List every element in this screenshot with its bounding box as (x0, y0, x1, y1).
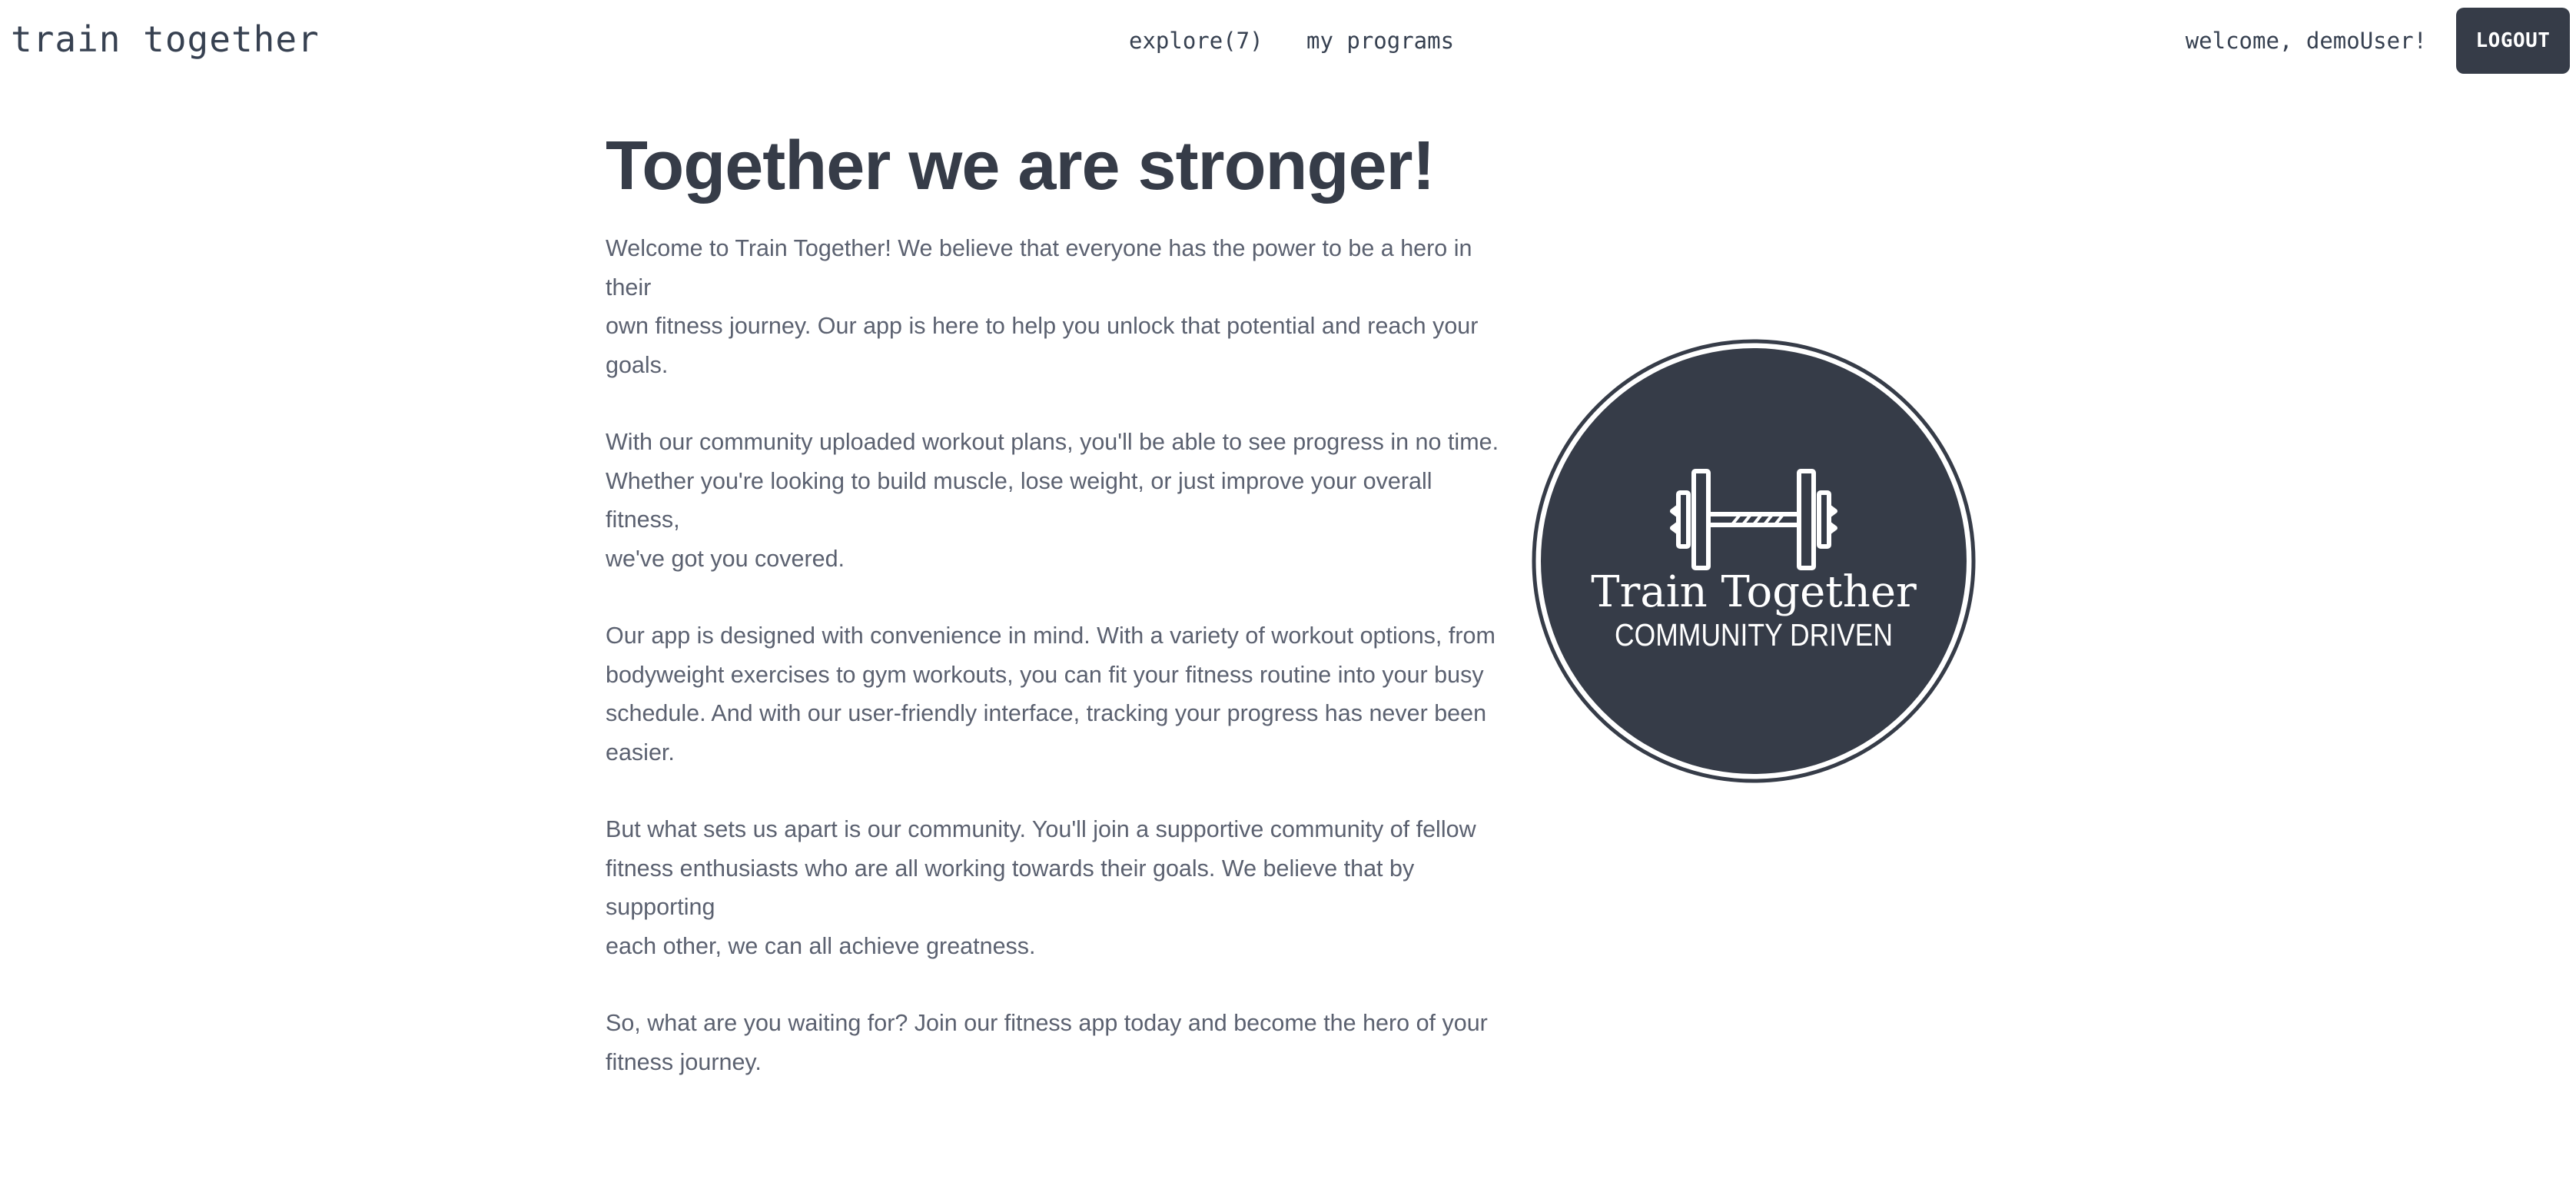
paragraph-line: But what sets us apart is our community.… (606, 816, 1476, 842)
paragraph-line: bodyweight exercises to gym workouts, yo… (606, 661, 1484, 688)
paragraph-line: each other, we can all achieve greatness… (606, 932, 1036, 959)
paragraph-line: schedule. And with our user-friendly int… (606, 700, 1487, 726)
paragraph-line: fitness enthusiasts who are all working … (606, 855, 1415, 921)
convenience-paragraph: Our app is designed with convenience in … (606, 616, 1505, 772)
top-navbar: train together explore(7) my programs we… (0, 0, 2576, 81)
main-content: Together we are stronger! Welcome to Tra… (606, 120, 1505, 1081)
logo-subtitle-text: COMMUNITY DRIVEN (1615, 617, 1893, 653)
nav-link-explore[interactable]: explore(7) (1129, 28, 1263, 54)
welcome-message: welcome, demoUser! (2185, 28, 2427, 54)
brand-logo-link[interactable]: train together (11, 18, 320, 60)
paragraph-line: easier. (606, 739, 675, 766)
paragraph-line: With our community uploaded workout plan… (606, 429, 1499, 455)
paragraph-line: goals. (606, 351, 669, 378)
paragraph-line: fitness journey. (606, 1048, 762, 1075)
logout-button[interactable]: LOGOUT (2456, 8, 2570, 74)
train-together-logo: Train Together COMMUNITY DRIVEN (1532, 339, 1976, 783)
workout-plans-paragraph: With our community uploaded workout plan… (606, 423, 1505, 578)
paragraph-line: Welcome to Train Together! We believe th… (606, 235, 1472, 301)
logo-circle-background (1541, 348, 1967, 774)
call-to-action-paragraph: So, what are you waiting for? Join our f… (606, 1004, 1505, 1081)
page-title: Together we are stronger! (606, 128, 1436, 204)
paragraph-line: Whether you're looking to build muscle, … (606, 467, 1432, 533)
logo-title-text: Train Together (1591, 567, 1917, 617)
paragraph-line: So, what are you waiting for? Join our f… (606, 1010, 1488, 1036)
paragraph-line: Our app is designed with convenience in … (606, 623, 1495, 649)
paragraph-line: we've got you covered. (606, 545, 845, 572)
intro-paragraph: Welcome to Train Together! We believe th… (606, 229, 1505, 384)
community-paragraph: But what sets us apart is our community.… (606, 810, 1505, 965)
paragraph-line: own fitness journey. Our app is here to … (606, 313, 1479, 339)
nav-link-my-programs[interactable]: my programs (1306, 28, 1454, 54)
